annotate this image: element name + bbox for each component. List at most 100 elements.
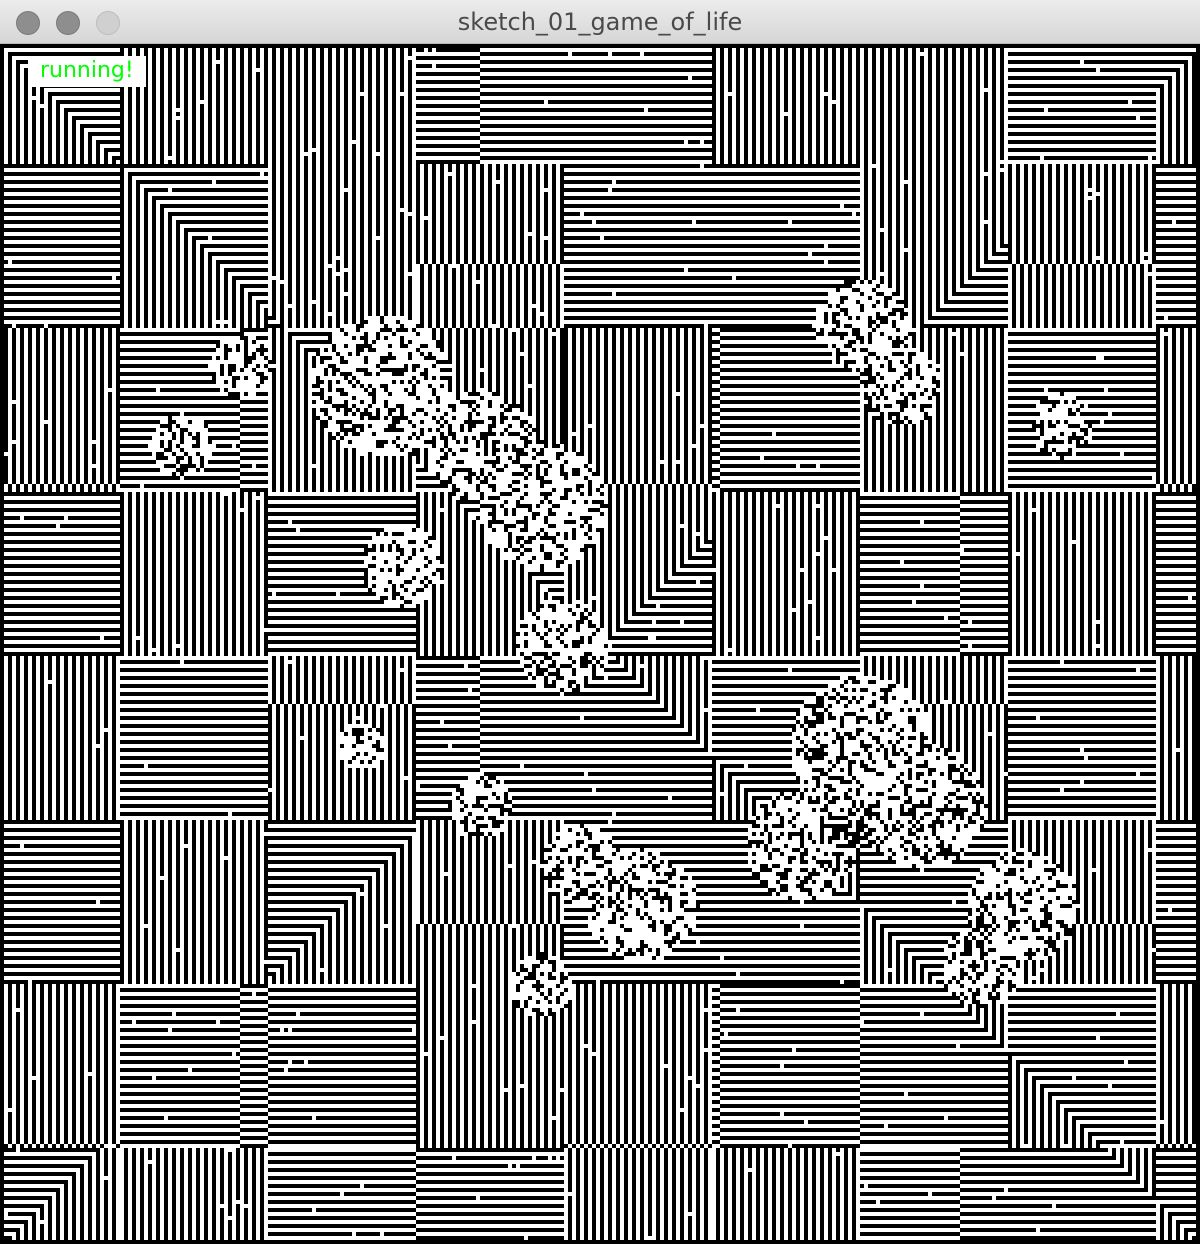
alive-cell-run	[320, 212, 324, 216]
alive-cell-run	[296, 84, 300, 88]
alive-cell-run	[1056, 232, 1060, 236]
alive-cell-run	[336, 84, 340, 88]
alive-cell-run	[1156, 276, 1200, 280]
alive-cell-run	[768, 80, 772, 84]
alive-cell-run	[368, 236, 372, 240]
alive-cell-run	[1120, 184, 1124, 188]
alive-cell-run	[960, 136, 964, 140]
alive-cell-run	[476, 276, 480, 280]
alive-cell-run	[896, 52, 900, 56]
alive-cell-run	[328, 240, 332, 244]
alive-cell-run	[1040, 240, 1044, 244]
alive-cell-run	[1024, 232, 1028, 236]
alive-cell-run	[728, 112, 732, 116]
alive-cell-run	[728, 160, 732, 164]
alive-cell-run	[816, 116, 820, 120]
alive-cell-run	[904, 116, 908, 120]
alive-cell-run	[492, 280, 496, 284]
alive-cell-run	[1040, 180, 1044, 184]
alive-cell-run	[752, 52, 756, 56]
alive-cell-run	[208, 268, 212, 272]
alive-cell-run	[472, 240, 476, 244]
alive-cell-run	[232, 132, 236, 136]
alive-cell-run	[32, 132, 36, 136]
alive-cell-run	[1044, 276, 1048, 280]
alive-cell-run	[968, 120, 972, 124]
game-of-life-canvas[interactable]	[0, 44, 1200, 1244]
alive-cell-run	[192, 48, 196, 52]
alive-cell-run	[392, 172, 396, 176]
alive-cell-run	[16, 72, 20, 76]
alive-cell-run	[992, 212, 996, 216]
alive-cell-run	[392, 64, 396, 68]
alive-cell-run	[1000, 244, 1012, 248]
alive-cell-run	[960, 228, 964, 232]
alive-cell-run	[1008, 60, 1080, 64]
alive-cell-run	[280, 172, 284, 176]
alive-cell-run	[312, 124, 316, 128]
alive-cell-run	[272, 76, 276, 80]
alive-cell-run	[872, 228, 876, 232]
alive-cell-run	[304, 104, 308, 108]
alive-cell-run	[288, 284, 292, 288]
alive-cell-run	[448, 236, 452, 240]
alive-cell-run	[952, 232, 956, 236]
alive-cell-run	[1008, 92, 1156, 96]
alive-cell-run	[936, 108, 940, 112]
alive-cell-run	[336, 216, 340, 220]
alive-cell-run	[856, 100, 860, 104]
alive-cell-run	[976, 56, 980, 60]
alive-cell-run	[176, 136, 180, 140]
cell-grid[interactable]	[0, 44, 1200, 1244]
alive-cell-run	[464, 180, 468, 184]
alive-cell-run	[452, 276, 456, 280]
alive-cell-run	[904, 264, 908, 268]
alive-cell-run	[336, 52, 340, 56]
alive-cell-run	[352, 136, 356, 140]
alive-cell-run	[320, 136, 324, 140]
alive-cell-run	[384, 268, 388, 272]
alive-cell-run	[144, 268, 148, 272]
alive-cell-run	[400, 100, 404, 104]
alive-cell-run	[296, 272, 300, 276]
alive-cell-run	[744, 64, 748, 68]
alive-cell-run	[1120, 200, 1124, 204]
alive-cell-run	[976, 184, 980, 188]
alive-cell-run	[848, 96, 852, 100]
alive-cell-run	[208, 156, 212, 160]
alive-cell-run	[216, 132, 220, 136]
alive-cell-run	[64, 152, 68, 156]
alive-cell-run	[128, 272, 132, 276]
alive-cell-run	[496, 164, 500, 168]
alive-cell-run	[1104, 244, 1108, 248]
alive-cell-run	[960, 164, 964, 168]
alive-cell-run	[176, 148, 180, 152]
alive-cell-run	[944, 196, 948, 200]
alive-cell-run	[280, 160, 284, 164]
alive-cell-run	[920, 96, 924, 100]
alive-cell-run	[760, 96, 764, 100]
alive-cell-run	[1096, 244, 1100, 248]
alive-cell-run	[1128, 200, 1132, 204]
alive-cell-run	[880, 248, 884, 252]
alive-cell-run	[840, 72, 844, 76]
alive-cell-run	[432, 164, 436, 168]
alive-cell-run	[328, 104, 332, 108]
alive-cell-run	[48, 140, 52, 144]
alive-cell-run	[168, 264, 172, 268]
alive-cell-run	[532, 280, 536, 284]
alive-cell-run	[960, 80, 964, 84]
alive-cell-run	[1096, 188, 1100, 192]
alive-cell-run	[56, 116, 60, 120]
alive-cell-run	[808, 100, 812, 104]
alive-cell-run	[344, 284, 348, 288]
alive-cell-run	[152, 56, 156, 60]
alive-cell-run	[208, 284, 212, 288]
alive-cell-run	[176, 272, 180, 276]
alive-cell-run	[424, 224, 428, 228]
alive-cell-run	[744, 68, 748, 72]
alive-cell-run	[444, 268, 448, 272]
alive-cell-run	[416, 172, 420, 176]
alive-cell-run	[880, 112, 884, 116]
alive-cell-run	[1184, 112, 1188, 116]
